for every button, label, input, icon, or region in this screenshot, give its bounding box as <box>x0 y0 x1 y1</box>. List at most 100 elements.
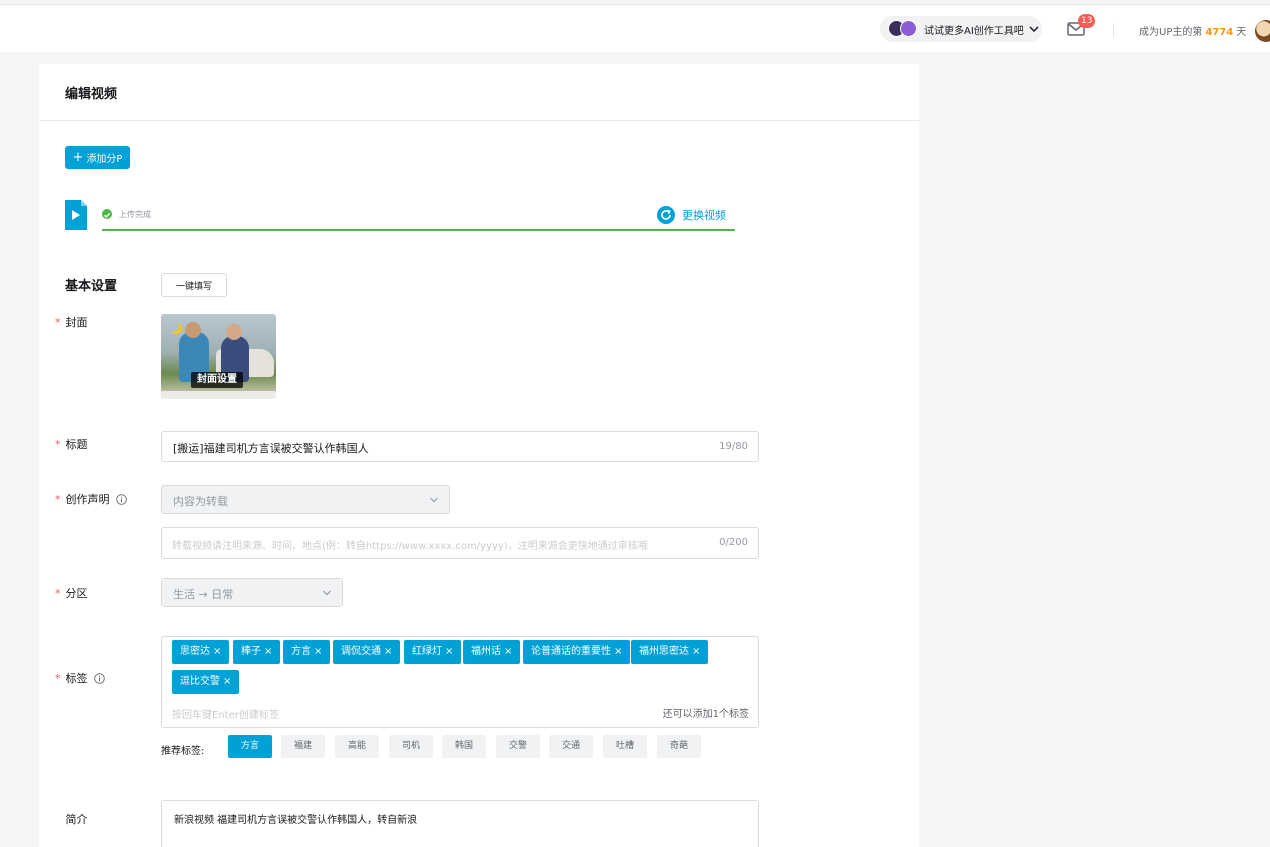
tag-chip-label: 棒子 <box>241 646 261 657</box>
info-icon[interactable] <box>115 493 127 505</box>
ai-tools-label: 试试更多AI创作工具吧 <box>924 25 1024 37</box>
tag-chip-label: 福州话 <box>471 646 501 657</box>
tag-chip-label: 论普通话的重要性 <box>531 646 611 657</box>
caption-strip <box>161 391 276 399</box>
recommended-tag[interactable]: 奇葩 <box>657 735 701 758</box>
close-icon[interactable]: × <box>692 646 700 657</box>
zone-select[interactable]: 生活 → 日常 <box>161 578 343 607</box>
mail-unread-badge: 13 <box>1078 14 1096 28</box>
up-days-text: 成为UP主的第 4774 天 <box>1139 23 1246 38</box>
description-value: 新浪视频 福建司机方言误被交警认作韩国人，转自新浪 <box>174 815 418 826</box>
ai-tools-dropdown[interactable]: 试试更多AI创作工具吧 <box>880 16 1042 42</box>
officer-head-shape <box>226 324 242 340</box>
top-bar: 试试更多AI创作工具吧 13 成为UP主的第 4774 天 <box>0 4 1270 52</box>
close-icon[interactable]: × <box>614 646 622 657</box>
tag-chip[interactable]: 棒子 × <box>233 640 281 664</box>
required-mark: * <box>55 586 61 600</box>
close-icon[interactable]: × <box>213 646 221 657</box>
replace-video-button[interactable]: 更换视频 <box>657 206 726 224</box>
tag-chip-label: 福州思密达 <box>639 646 689 657</box>
tag-chip-label: 调侃交通 <box>341 646 381 657</box>
zone-label: * 分区 <box>55 585 88 601</box>
tag-chip[interactable]: 论普通话的重要性 × <box>523 640 631 664</box>
required-mark: * <box>55 315 61 329</box>
divider <box>39 120 919 121</box>
tags-remaining: 还可以添加1个标签 <box>662 709 749 720</box>
description-label: * 简介 <box>55 811 88 827</box>
recommended-tag[interactable]: 方言 <box>228 735 272 758</box>
close-icon[interactable]: × <box>314 646 322 657</box>
plus-icon: + <box>72 150 84 165</box>
section-title: 基本设置 <box>65 279 118 294</box>
divider <box>1113 23 1114 37</box>
close-icon[interactable]: × <box>384 646 392 657</box>
declaration-value: 内容为转载 <box>173 495 228 508</box>
required-mark: * <box>55 671 61 685</box>
title-label: * 标题 <box>55 436 88 452</box>
cover-thumbnail[interactable]: 封面设置 <box>161 314 276 399</box>
up-days-suffix: 天 <box>1236 27 1247 38</box>
video-file-icon <box>65 200 87 230</box>
tag-chip[interactable]: 福州思密达 × <box>631 640 709 664</box>
tag-chip-label: 思密达 <box>180 646 210 657</box>
moon-shape <box>167 320 179 332</box>
cover-label: * 封面 <box>55 314 88 330</box>
source-counter: 0/200 <box>719 537 748 548</box>
tag-chip[interactable]: 红绿灯 × <box>404 640 462 664</box>
declaration-label: * 创作声明 <box>55 491 127 507</box>
tag-chip[interactable]: 思密达 × <box>172 640 230 664</box>
ai-avatar-group <box>888 20 920 38</box>
declaration-label-text: 创作声明 <box>65 493 110 506</box>
description-label-text: 简介 <box>65 813 88 826</box>
recommended-tag[interactable]: 交警 <box>496 735 540 758</box>
recommended-tag[interactable]: 交通 <box>549 735 593 758</box>
title-input[interactable]: [搬运]福建司机方言误被交警认作韩国人 19/80 <box>161 431 759 462</box>
recommended-tag[interactable]: 高能 <box>335 735 379 758</box>
up-days-count: 4774 <box>1205 27 1234 38</box>
declaration-select[interactable]: 内容为转载 <box>161 485 450 514</box>
tag-chip[interactable]: 逗比交警 × <box>172 670 240 694</box>
tags-label: * 标签 <box>55 670 105 686</box>
user-avatar[interactable] <box>1255 20 1270 42</box>
zone-label-text: 分区 <box>65 587 88 600</box>
tags-input[interactable]: 思密达 × 棒子 × 方言 × 调侃交通 × 红绿灯 × 福州话 × 论普通话的重要性 × 福… <box>161 636 759 728</box>
person-head-shape <box>185 322 201 338</box>
source-placeholder: 转载视频请注明来源、时间、地点(例：转自https://www.xxxx.com… <box>172 541 648 552</box>
description-textarea[interactable]: 新浪视频 福建司机方言误被交警认作韩国人，转自新浪 <box>161 800 759 847</box>
autofill-button[interactable]: 一键填写 <box>161 273 227 297</box>
info-icon[interactable] <box>93 672 105 684</box>
title-counter: 19/80 <box>719 441 748 452</box>
recommended-tag[interactable]: 司机 <box>389 735 433 758</box>
upload-progress-bar <box>102 229 735 231</box>
tag-chip[interactable]: 调侃交通 × <box>333 640 401 664</box>
chevron-down-icon <box>430 497 438 503</box>
tag-chip[interactable]: 方言 × <box>283 640 331 664</box>
zone-value: 生活 → 日常 <box>173 588 234 601</box>
close-icon[interactable]: × <box>445 646 453 657</box>
check-circle-icon <box>102 209 112 219</box>
close-icon[interactable]: × <box>504 646 512 657</box>
required-mark: * <box>55 437 61 451</box>
close-icon[interactable]: × <box>223 676 231 687</box>
chevron-down-icon <box>1029 26 1039 33</box>
tag-chip[interactable]: 福州话 × <box>463 640 521 664</box>
edit-video-card: 编辑视频 + 添加分P 上传完成 更换视频 基本设置 一键填写 * 封面 封面设… <box>39 64 919 847</box>
recommended-tag[interactable]: 吐槽 <box>603 735 647 758</box>
close-icon[interactable]: × <box>264 646 272 657</box>
recommended-tag[interactable]: 福建 <box>281 735 325 758</box>
add-part-label: 添加分P <box>86 154 123 165</box>
tags-hint: 按回车键Enter创建标签 <box>172 710 279 721</box>
recommended-tag[interactable]: 韩国 <box>442 735 486 758</box>
ai-avatar-icon <box>900 20 917 37</box>
tag-chip-label: 红绿灯 <box>412 646 442 657</box>
refresh-icon <box>657 206 675 224</box>
tags-label-text: 标签 <box>65 672 88 685</box>
replace-video-label: 更换视频 <box>682 209 726 222</box>
source-input[interactable]: 转载视频请注明来源、时间、地点(例：转自https://www.xxxx.com… <box>161 527 759 559</box>
title-value: [搬运]福建司机方言误被交警认作韩国人 <box>173 442 369 455</box>
page-title: 编辑视频 <box>65 87 118 102</box>
tag-chip-label: 逗比交警 <box>180 676 220 687</box>
chevron-down-icon <box>323 590 331 596</box>
cover-settings-button[interactable]: 封面设置 <box>191 372 243 388</box>
add-part-button[interactable]: + 添加分P <box>65 146 130 169</box>
